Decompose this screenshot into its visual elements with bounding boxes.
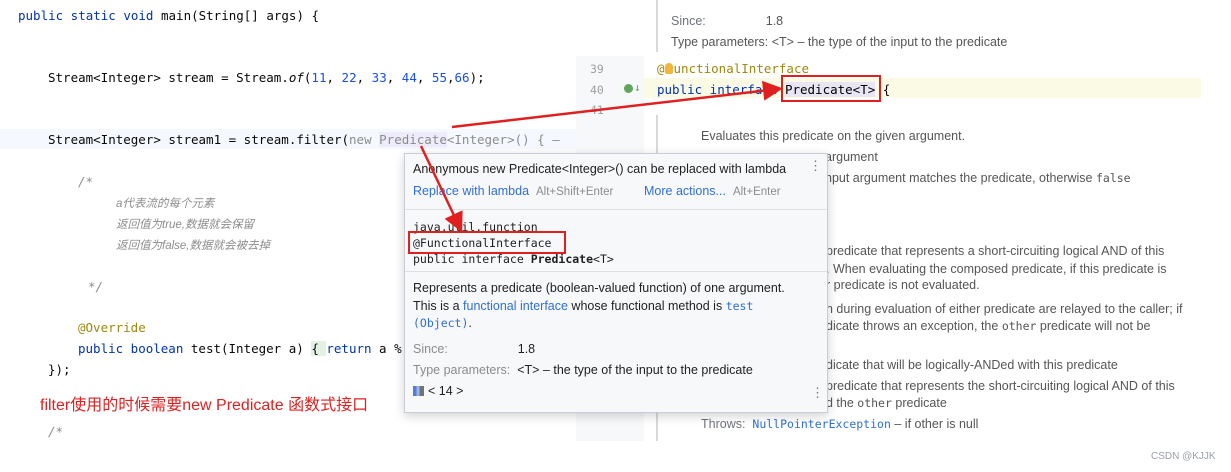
annotation-caption: filter使用的时候需要new Predicate 函数式接口 [40, 397, 369, 414]
since-row: Since: 1.8 [671, 14, 784, 28]
code-line-test: public boolean test(Integer a) { return … [78, 341, 402, 356]
highlight-box-predicate [781, 75, 881, 102]
comment-close: */ [88, 279, 104, 294]
divider [405, 271, 827, 272]
comment-line: 返回值为false,数据就会被去掉 [116, 240, 270, 252]
doc-text: dicate that will be logically-ANDed with… [826, 358, 1118, 372]
replace-with-lambda-link[interactable]: Replace with lambda [413, 184, 529, 198]
comment-line: a代表流的每个元素 [116, 198, 215, 210]
comment-open: /* [78, 174, 94, 189]
bulb-icon[interactable] [664, 63, 673, 74]
doc-text: nput argument matches the predicate, oth… [825, 171, 1131, 185]
test-method-link[interactable]: test [726, 299, 754, 313]
doc-description: Represents a predicate (boolean-valued f… [413, 281, 785, 295]
type-params-row: Type parameters: <T> – the type of the i… [413, 363, 753, 377]
comment-open: /* [48, 424, 64, 439]
more-actions-row: More actions... Alt+Enter [644, 184, 781, 198]
quick-fix-row: Replace with lambda Alt+Shift+Enter [413, 184, 614, 198]
line-number: 39 [590, 62, 604, 76]
doc-text: Evaluates this predicate on the given ar… [701, 129, 966, 143]
highlight-box-annotation [408, 231, 566, 254]
doc-bar [656, 0, 658, 52]
doc-text: . When evaluating the composed predicate… [826, 262, 1167, 276]
code-line-filter: Stream<Integer> stream1 = stream.filter(… [48, 132, 560, 147]
line-number: 41 [590, 103, 604, 117]
throws-row: Throws: NullPointerException – if other … [701, 417, 979, 431]
interface-declaration: public interface Predicate<T> [413, 252, 614, 266]
library-row: < 14 > [413, 384, 463, 398]
since-row: Since: 1.8 [413, 342, 536, 356]
more-options-icon[interactable]: ⋮ [811, 386, 824, 401]
line-number: 40 [590, 83, 604, 97]
null-pointer-exception-link[interactable]: NullPointerException [752, 417, 890, 431]
code-line-stream: Stream<Integer> stream = Stream.of(11, 2… [48, 70, 485, 85]
implemented-gutter-icon[interactable] [624, 84, 633, 93]
doc-text: predicate that represents the short-circ… [826, 379, 1175, 393]
functional-interface-line: @ unctionalInterface [657, 61, 809, 76]
library-icon [413, 386, 424, 396]
override-annotation: @Override [78, 320, 146, 335]
doc-description: (Object). [413, 316, 472, 330]
doc-text: predicate that represents a short-circui… [826, 244, 1165, 258]
divider [405, 209, 827, 210]
type-params-row: Type parameters: <T> – the type of the i… [671, 35, 1008, 49]
predicate-type-reference[interactable]: Predicate [379, 132, 447, 147]
arrow-down-icon: ↓ [634, 81, 641, 94]
doc-text: dicate throws an exception, the other pr… [826, 319, 1151, 333]
code-line-main: public static void main(String[] args) { [18, 8, 320, 23]
doc-text: d the other predicate [826, 396, 947, 410]
more-actions-link[interactable]: More actions... [644, 184, 726, 198]
more-options-icon[interactable]: ⋮ [809, 159, 822, 174]
code-line-close: }); [48, 362, 71, 377]
doc-description: This is a functional interface whose fun… [413, 299, 754, 313]
quick-documentation-popup[interactable]: Anonymous new Predicate<Integer>() can b… [404, 153, 828, 413]
doc-text: argument [825, 150, 878, 164]
comment-line: 返回值为true,数据就会保留 [116, 219, 255, 231]
doc-text: r predicate is not evaluated. [826, 278, 980, 292]
doc-text: n during evaluation of either predicate … [826, 302, 1183, 316]
watermark: CSDN @KJJK [1151, 451, 1216, 462]
popup-title: Anonymous new Predicate<Integer>() can b… [413, 162, 787, 176]
object-param-link[interactable]: (Object) [413, 316, 468, 330]
functional-interface-link[interactable]: functional interface [463, 299, 568, 313]
